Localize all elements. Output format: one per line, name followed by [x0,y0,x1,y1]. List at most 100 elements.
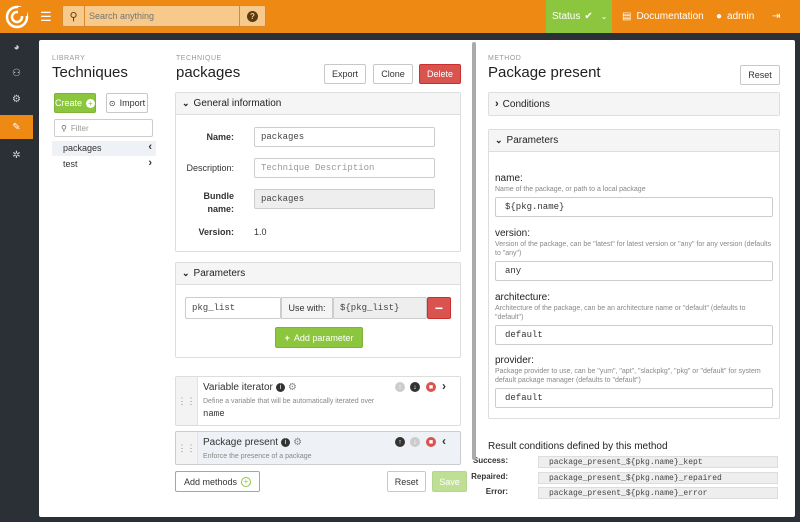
technique-parameters-header[interactable]: ⌄ Parameters [176,263,460,285]
export-button[interactable]: Export [324,64,366,84]
param-name-input[interactable]: ${pkg.name} [495,197,773,217]
documentation-link[interactable]: ▤ Documentation [622,0,704,33]
general-information-header[interactable]: ⌄ General information [176,93,460,115]
menu-toggle-icon[interactable]: ☰ [40,10,52,23]
import-label: Import [119,98,146,108]
add-methods-label: Add methods [183,476,238,487]
result-success-value: package_present_${pkg.name}_kept [538,456,778,468]
method-parameters-header[interactable]: ⌄ Parameters [489,130,779,152]
delete-label: Delete [426,69,453,79]
dashboard-icon[interactable]: ◕ [0,35,33,59]
search-input[interactable] [89,9,239,23]
param-provider-label: provider: [495,355,534,366]
name-input[interactable]: packages [254,127,435,147]
remove-parameter-button[interactable]: − [427,297,451,319]
move-up-icon[interactable]: ↑ [395,437,405,447]
status-button[interactable]: Status ✔ ⌄ [546,0,612,33]
method-card-selected[interactable]: ⋮⋮ Package present i ⚙ Enforce the prese… [175,431,461,465]
add-parameter-button[interactable]: + Add parameter [275,327,363,348]
info-icon[interactable]: i [275,383,285,392]
param-version-input[interactable]: any [495,261,773,281]
user-label: admin [727,11,755,22]
technique-parameters-panel: ⌄ Parameters pkg_list Use with: ${pkg_li… [175,262,461,358]
method-reset-button[interactable]: Reset [740,65,780,85]
search-icon[interactable]: ⚲ [63,6,85,26]
status-label: Status [552,11,581,22]
chevron-left-icon[interactable]: ‹ [442,434,446,448]
gear-icon[interactable]: ⚙ [293,437,302,448]
create-button[interactable]: Create + [54,93,96,113]
chevron-left-icon: ‹ [148,141,152,153]
bundle-name-input: packages [254,189,435,209]
chevron-down-icon: ⌄ [182,268,190,278]
library-sublabel: Library [52,55,86,62]
param-architecture-label: architecture: [495,292,551,303]
move-down-icon[interactable]: ↓ [410,437,420,447]
param-provider-input[interactable]: default [495,388,773,408]
configuration-icon[interactable]: ⚙ [0,87,33,111]
technique-header: Technique packages [176,55,240,81]
rudder-logo[interactable] [0,0,33,33]
info-icon[interactable]: i [281,438,291,447]
technique-reset-button[interactable]: Reset [387,471,426,492]
remove-method-icon[interactable]: ■ [426,382,436,392]
library-title: Techniques [52,64,128,81]
param-architecture-description: Architecture of the package, can be an a… [495,305,746,321]
remove-method-icon[interactable]: ■ [426,437,436,447]
nodes-icon[interactable]: ⚇ [0,61,33,85]
library-item-label: test [63,159,78,169]
description-label: Description: [186,163,234,173]
param-name-value: ${pkg.name} [505,202,565,212]
conditions-panel[interactable]: › Conditions [488,92,780,116]
plus-circle-icon: + [86,98,95,108]
technique-sublabel: Technique [176,55,222,62]
import-button[interactable]: ⊙ Import [106,93,148,113]
param-name: pkg_list [192,303,236,313]
param-architecture-input[interactable]: default [495,325,773,345]
library-filter[interactable]: ⚲ Filter [54,119,153,137]
logout-icon: ⇥ [772,11,781,22]
clone-button[interactable]: Clone [373,64,413,84]
logout-button[interactable]: ⇥ [772,0,780,33]
conditions-title: Conditions [502,98,550,110]
chevron-right-icon[interactable]: › [442,379,446,393]
gear-icon[interactable]: ⚙ [288,382,297,393]
conditions-header[interactable]: › Conditions [489,93,779,115]
documentation-label: Documentation [636,11,704,22]
create-label: Create [55,98,83,108]
library-item-packages[interactable]: packages ‹ [52,141,156,156]
user-menu[interactable]: ● admin [716,0,754,33]
add-methods-button[interactable]: Add methods + [175,471,260,492]
description-input[interactable]: Technique Description [254,158,435,178]
library-item-label: packages [63,143,102,153]
search-icon: ⚲ [61,123,67,133]
parameter-name-input[interactable]: pkg_list [185,297,281,319]
method-card[interactable]: ⋮⋮ Variable iterator i ⚙ Define a variab… [175,376,461,426]
chevron-right-icon: › [148,157,152,169]
method-title-text: Variable iterator [203,382,273,393]
reset-label: Reset [394,476,419,487]
move-down-icon[interactable]: ↓ [410,382,420,392]
method-parameters-title: Parameters [506,135,559,146]
general-information-panel: ⌄ General information Name: packages Des… [175,92,461,252]
add-parameter-label: Add parameter [293,332,354,343]
drag-handle-icon[interactable]: ⋮⋮ [176,377,198,425]
drag-handle-icon[interactable]: ⋮⋮ [176,432,198,464]
import-icon: ⊙ [108,98,116,108]
name-label: Name: [206,132,234,142]
settings-gear-icon[interactable]: ✲ [0,143,33,167]
utilities-wrench-icon[interactable]: ✎ [0,115,33,139]
delete-button[interactable]: Delete [419,64,461,84]
search-help-button[interactable]: ? [239,6,265,26]
param-name-label: name: [495,173,523,184]
technique-parameters-title: Parameters [193,268,246,279]
question-icon: ? [247,10,258,22]
move-up-icon[interactable]: ↑ [395,382,405,392]
use-with-input: ${pkg_list} [333,297,427,319]
method-reset-label: Reset [748,70,772,80]
bundle-value: packages [261,194,305,204]
library-item-test[interactable]: test › [52,157,156,172]
book-icon: ▤ [622,11,632,22]
technique-scrollbar[interactable] [472,42,476,460]
bundle-name-label: Bundle name: [188,190,235,216]
